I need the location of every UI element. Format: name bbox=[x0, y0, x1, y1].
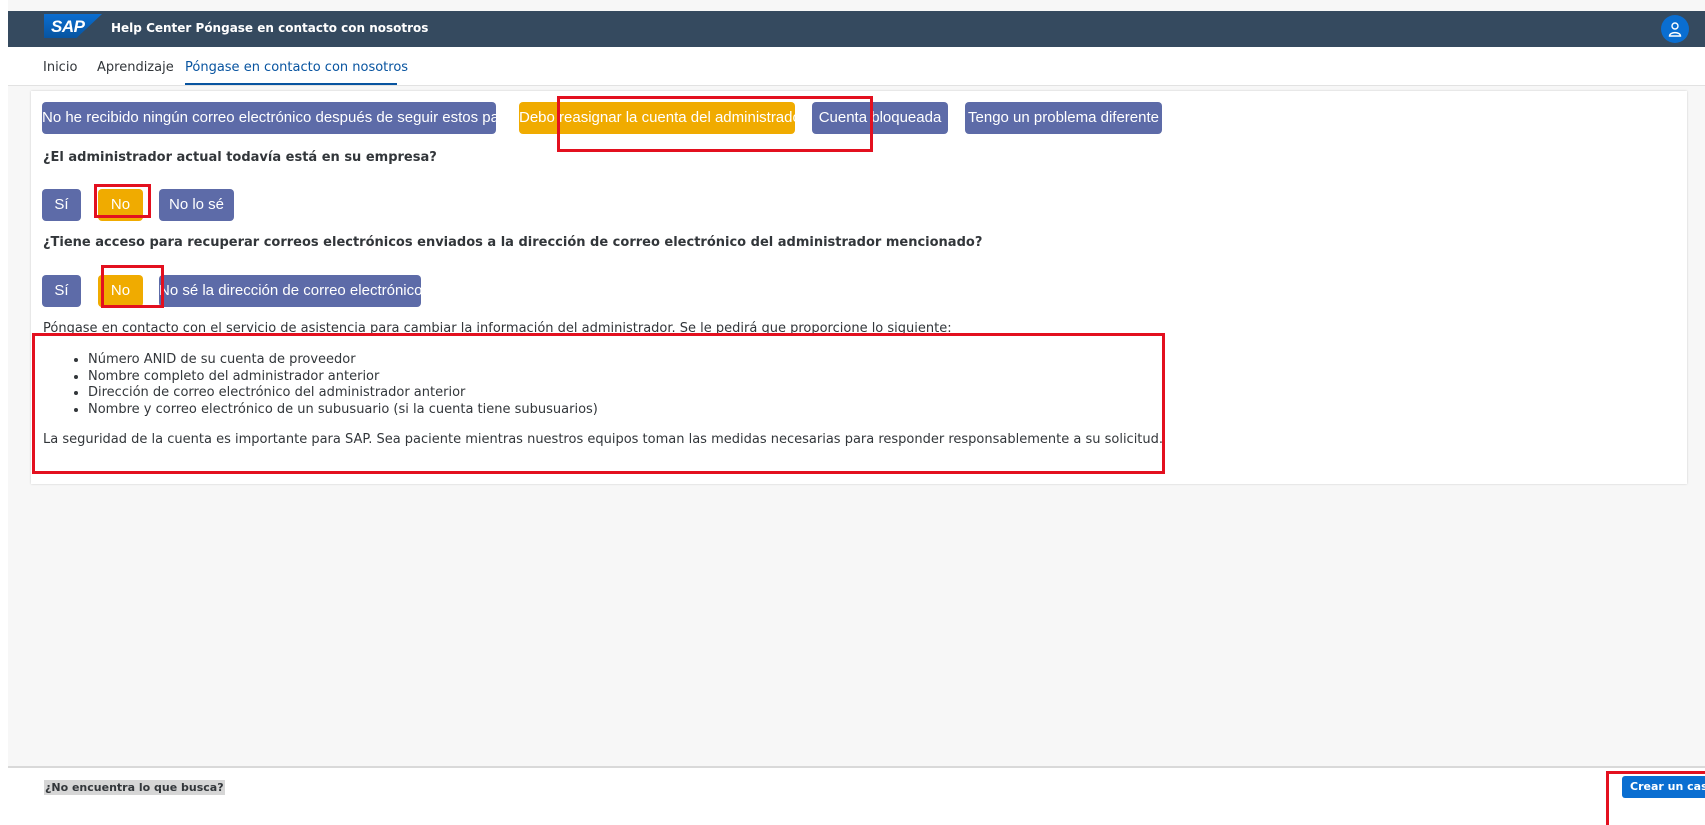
q1-no-button[interactable]: No bbox=[98, 189, 143, 221]
topic-reassign-admin-button[interactable]: Debo reasignar la cuenta del administrad… bbox=[519, 102, 806, 134]
topic-no-email-button[interactable]: No he recibido ningún correo electrónico… bbox=[42, 102, 522, 134]
tab-inicio[interactable]: Inicio bbox=[43, 60, 77, 75]
list-item: Número ANID de su cuenta de proveedor bbox=[88, 352, 598, 369]
sap-logo[interactable]: SAP bbox=[44, 14, 102, 38]
tab-aprendizaje[interactable]: Aprendizaje bbox=[97, 60, 174, 75]
nav-tabs: Inicio Aprendizaje Póngase en contacto c… bbox=[8, 47, 1705, 86]
list-item: Dirección de correo electrónico del admi… bbox=[88, 385, 598, 402]
topic-account-locked-button[interactable]: Cuenta bloqueada bbox=[812, 102, 948, 134]
q2-no-button[interactable]: No bbox=[98, 275, 143, 307]
list-item: Nombre completo del administrador anteri… bbox=[88, 369, 598, 386]
list-item: Nombre y correo electrónico de un subusu… bbox=[88, 402, 598, 419]
topic-different-problem-button[interactable]: Tengo un problema diferente bbox=[965, 102, 1162, 134]
question-email-access: ¿Tiene acceso para recuperar correos ele… bbox=[43, 235, 983, 250]
footer-bar: ¿No encuentra lo que busca? Crear un cas… bbox=[8, 766, 1705, 825]
sap-logo-text: SAP bbox=[51, 17, 85, 36]
tab-contacto[interactable]: Póngase en contacto con nosotros bbox=[185, 60, 408, 75]
q1-dont-know-button[interactable]: No lo sé bbox=[159, 189, 234, 221]
shell-bar: SAP Help Center Póngase en contacto con … bbox=[8, 11, 1705, 47]
create-case-button[interactable]: Crear un caso bbox=[1622, 776, 1705, 798]
app-title: Help Center Póngase en contacto con noso… bbox=[111, 21, 429, 35]
requirements-list: Número ANID de su cuenta de proveedor No… bbox=[61, 352, 598, 418]
active-tab-indicator bbox=[185, 83, 397, 85]
security-note: La seguridad de la cuenta es importante … bbox=[43, 432, 1164, 447]
user-avatar-button[interactable] bbox=[1661, 15, 1689, 43]
help-center-page: SAP Help Center Póngase en contacto con … bbox=[8, 0, 1705, 825]
footer-prompt: ¿No encuentra lo que busca? bbox=[44, 780, 225, 795]
user-icon bbox=[1668, 22, 1682, 37]
q2-unknown-email-button[interactable]: No sé la dirección de correo electrónico bbox=[159, 275, 422, 307]
q1-yes-button[interactable]: Sí bbox=[42, 189, 81, 221]
q2-yes-button[interactable]: Sí bbox=[42, 275, 81, 307]
question-admin-in-company: ¿El administrador actual todavía está en… bbox=[43, 150, 437, 165]
contact-instructions: Póngase en contacto con el servicio de a… bbox=[43, 321, 952, 336]
